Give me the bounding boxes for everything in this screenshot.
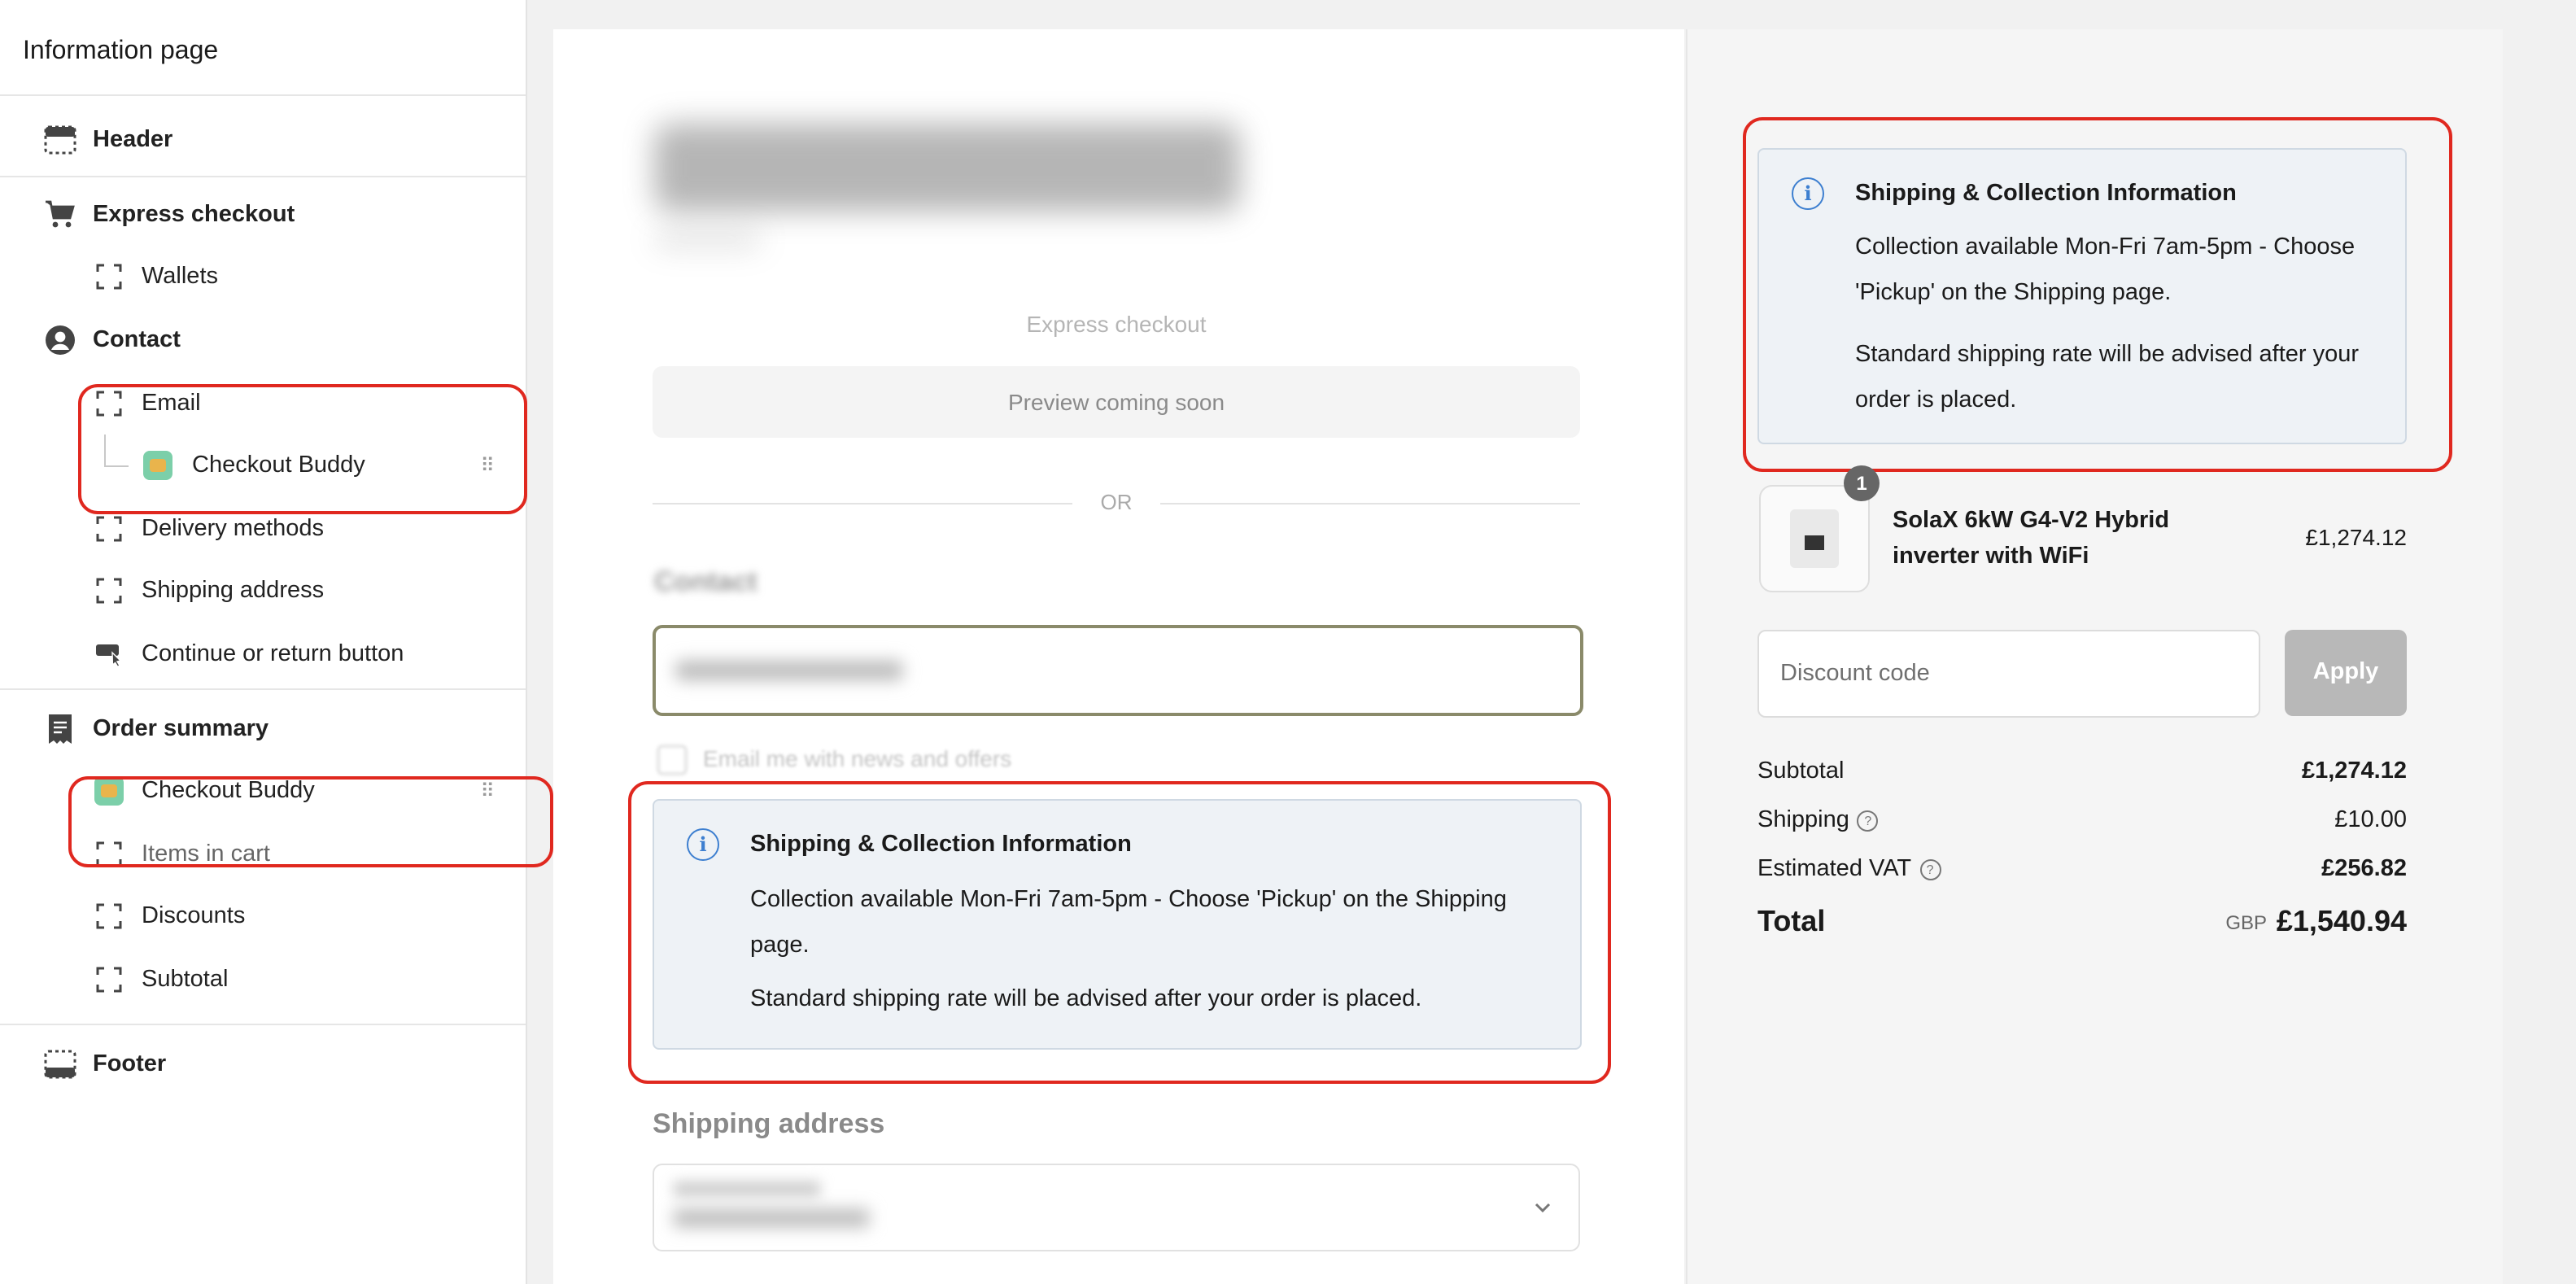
highlight-ring-preview-card [628,781,1611,1084]
sidebar-item-continue-or-return[interactable]: Continue or return button [0,623,526,686]
footer-layout-icon [44,1047,76,1080]
or-divider: OR [653,488,1580,518]
total-value: £1,540.94 [2276,905,2407,937]
highlight-ring-contact-buddy [78,384,527,514]
sidebar-title: Information page [0,0,526,96]
shipping-row: Shipping? £10.00 [1757,807,2407,833]
shipping-label: Shipping [1757,807,1849,833]
user-icon [44,324,76,356]
express-checkout-heading: Express checkout [1026,311,1207,337]
total-row: Total GBP £1,540.94 [1757,905,2407,939]
total-label: Total [1757,905,1826,937]
chevron-down-icon [1533,1194,1552,1219]
or-text: OR [1100,490,1133,514]
sidebar-item-footer[interactable]: Footer [0,1033,526,1095]
subtotal-value: £1,274.12 [2301,758,2407,784]
editor-canvas: Information page Header Express checkout [0,0,2576,1284]
sidebar-item-label: Subtotal [142,967,229,994]
sidebar-item-label: Continue or return button [142,641,404,668]
block-frame-icon [94,575,124,608]
vat-label: Estimated VAT [1757,856,1912,882]
sidebar-item-label: Header [93,127,173,154]
checkout-preview: Express checkout Preview coming soon OR … [553,29,1684,1284]
discount-code-input[interactable] [1759,631,2259,716]
preview-coming-soon-box: Preview coming soon [653,366,1580,438]
help-icon[interactable]: ? [1919,859,1941,880]
email-field[interactable] [653,625,1583,716]
sidebar-item-subtotal[interactable]: Subtotal [0,948,526,1011]
contact-heading: Contact [654,566,758,597]
sidebar-item-label: Express checkout [93,201,295,228]
vat-row: Estimated VAT? £256.82 [1757,856,2407,882]
sidebar-item-label: Shipping address [142,578,325,605]
receipt-icon [44,712,76,745]
country-select[interactable] [653,1164,1580,1251]
currency-code: GBP [2225,911,2267,934]
cart-icon [44,199,76,231]
product-thumbnail [1759,485,1870,592]
vat-value: £256.82 [2321,856,2407,882]
email-opt-in-checkbox[interactable] [657,745,687,775]
sidebar-item-label: Delivery methods [142,515,325,542]
product-price: £1,274.12 [2305,524,2407,550]
sidebar-item-contact[interactable]: Contact [0,309,526,372]
discount-code-field[interactable] [1757,630,2260,718]
sidebar-item-discounts[interactable]: Discounts [0,885,526,948]
help-icon[interactable]: ? [1857,810,1879,832]
sidebar-item-shipping-address[interactable]: Shipping address [0,560,526,622]
highlight-ring-summary-card [1743,117,2452,472]
shipping-address-heading: Shipping address [653,1108,885,1139]
apply-button[interactable]: Apply [2285,630,2407,716]
sidebar-item-label: Contact [93,327,181,354]
blurred-breadcrumb [654,231,762,247]
sidebar-item-label: Discounts [142,903,246,930]
button-cursor-icon [94,638,124,670]
sidebar-item-express-checkout[interactable]: Express checkout [0,183,526,246]
sidebar-item-order-summary[interactable]: Order summary [0,697,526,760]
sidebar-item-label: Wallets [142,264,218,290]
block-frame-icon [94,963,124,996]
email-opt-in-label: Email me with news and offers [703,745,1012,771]
block-frame-icon [94,261,124,294]
subtotal-row: Subtotal £1,274.12 [1757,758,2407,784]
product-name: SolaX 6kW G4-V2 Hybrid inverter with WiF… [1893,508,2170,570]
block-frame-icon [94,513,124,545]
blurred-store-logo [654,124,1240,212]
highlight-ring-summary-buddy [68,776,553,867]
sidebar-item-wallets[interactable]: Wallets [0,246,526,308]
shipping-value: £10.00 [2334,807,2407,833]
sidebar: Information page Header Express checkout [0,0,553,1284]
sidebar-item-label: Order summary [93,715,269,742]
sidebar-item-header[interactable]: Header [0,109,526,172]
quantity-badge: 1 [1844,465,1880,501]
order-summary-panel: i Shipping & Collection Information Coll… [1686,29,2503,1284]
sidebar-item-label: Footer [93,1050,167,1077]
block-frame-icon [94,901,124,933]
header-layout-icon [44,124,76,157]
subtotal-label: Subtotal [1757,758,1845,784]
